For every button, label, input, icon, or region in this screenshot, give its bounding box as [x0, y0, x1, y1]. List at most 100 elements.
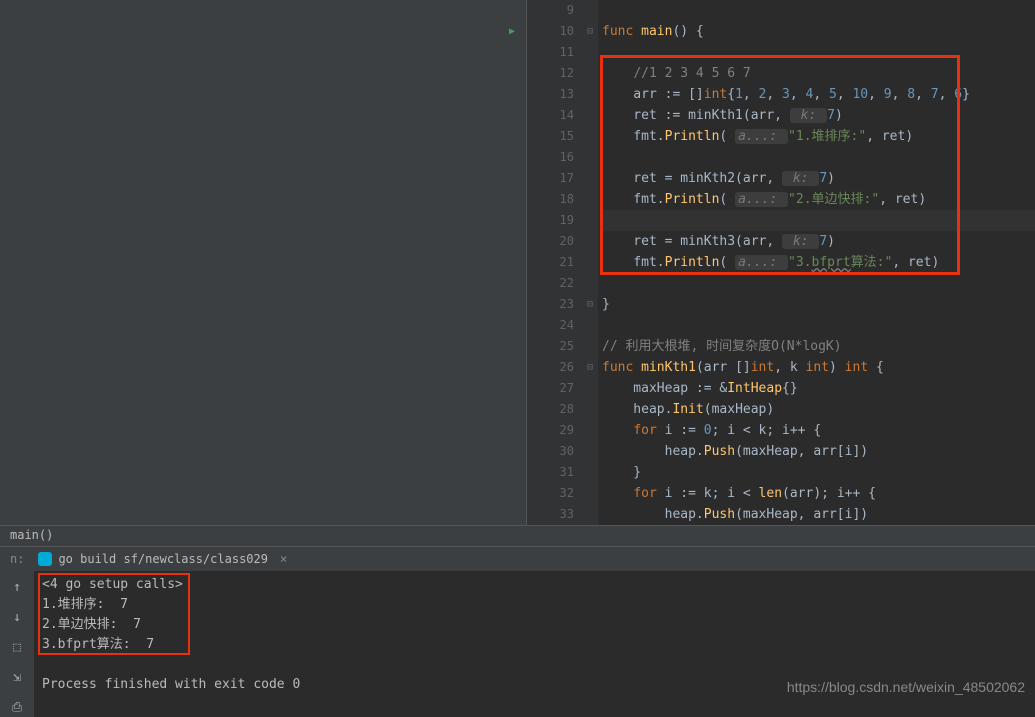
line-number: 18 — [527, 189, 574, 210]
console-line: 2.单边快排: 7 — [42, 615, 1027, 635]
fold-mark[interactable]: ⊟ — [582, 21, 598, 42]
fold-mark — [582, 210, 598, 231]
wrap-icon[interactable]: ⬚ — [7, 637, 27, 657]
fold-mark — [582, 126, 598, 147]
code-editor[interactable]: 9▶10111213141516171819202122232425262728… — [527, 0, 1035, 525]
run-tab-bar: n: go build sf/newclass/class029 × — [0, 547, 1035, 571]
fold-mark — [582, 399, 598, 420]
fold-mark — [582, 84, 598, 105]
fold-mark — [582, 273, 598, 294]
code-line[interactable] — [602, 315, 1035, 336]
code-line[interactable]: ret = minKth3(arr, k: 7) — [602, 231, 1035, 252]
fold-mark — [582, 315, 598, 336]
run-tab[interactable]: go build sf/newclass/class029 × — [30, 550, 295, 568]
fold-gutter[interactable]: ⊟ ⊟ ⊟ — [582, 0, 598, 525]
console-area: ↑ ↓ ⬚ ⇲ ⎙ <4 go setup calls>1.堆排序: 72.单边… — [0, 571, 1035, 717]
fold-mark — [582, 441, 598, 462]
scroll-icon[interactable]: ⇲ — [7, 667, 27, 687]
project-panel — [0, 0, 527, 525]
down-icon[interactable]: ↓ — [7, 607, 27, 627]
code-line[interactable]: } — [602, 294, 1035, 315]
line-number: ▶10 — [527, 21, 574, 42]
code-line[interactable]: ret := minKth1(arr, k: 7) — [602, 105, 1035, 126]
line-number: 32 — [527, 483, 574, 504]
line-number: 17 — [527, 168, 574, 189]
fold-mark — [582, 462, 598, 483]
console-toolbar: ↑ ↓ ⬚ ⇲ ⎙ — [0, 571, 34, 717]
line-number: 27 — [527, 378, 574, 399]
code-line[interactable]: arr := []int{1, 2, 3, 4, 5, 10, 9, 8, 7,… — [602, 84, 1035, 105]
top-area: 9▶10111213141516171819202122232425262728… — [0, 0, 1035, 525]
fold-mark — [582, 336, 598, 357]
line-number: 31 — [527, 462, 574, 483]
code-line[interactable]: fmt.Println( a...: "2.单边快排:", ret) — [602, 189, 1035, 210]
fold-mark — [582, 483, 598, 504]
line-number: 21 — [527, 252, 574, 273]
fold-mark[interactable]: ⊟ — [582, 357, 598, 378]
breadcrumb[interactable]: main() — [0, 525, 1035, 546]
go-icon — [38, 552, 52, 566]
fold-mark — [582, 105, 598, 126]
code-line[interactable]: //1 2 3 4 5 6 7 — [602, 63, 1035, 84]
line-number: 12 — [527, 63, 574, 84]
fold-mark — [582, 0, 598, 21]
line-number: 16 — [527, 147, 574, 168]
code-line[interactable]: heap.Push(maxHeap, arr[i]) — [602, 504, 1035, 525]
console-line — [42, 655, 1027, 675]
line-gutter: 9▶10111213141516171819202122232425262728… — [527, 0, 582, 525]
code-content[interactable]: func main() { //1 2 3 4 5 6 7 arr := []i… — [598, 0, 1035, 525]
line-number: 23 — [527, 294, 574, 315]
fold-mark — [582, 147, 598, 168]
up-icon[interactable]: ↑ — [7, 577, 27, 597]
console-line: 3.bfprt算法: 7 — [42, 635, 1027, 655]
console-line: 1.堆排序: 7 — [42, 595, 1027, 615]
code-line[interactable]: heap.Init(maxHeap) — [602, 399, 1035, 420]
code-line[interactable] — [602, 273, 1035, 294]
line-number: 28 — [527, 399, 574, 420]
line-number: 11 — [527, 42, 574, 63]
code-line[interactable]: func minKth1(arr []int, k int) int { — [602, 357, 1035, 378]
code-line[interactable]: fmt.Println( a...: "3.bfprt算法:", ret) — [602, 252, 1035, 273]
code-line[interactable] — [602, 147, 1035, 168]
line-number: 25 — [527, 336, 574, 357]
line-number: 29 — [527, 420, 574, 441]
code-line[interactable]: // 利用大根堆, 时间复杂度O(N*logK) — [602, 336, 1035, 357]
line-number: 33 — [527, 504, 574, 525]
console-line: <4 go setup calls> — [42, 575, 1027, 595]
code-line[interactable]: ret = minKth2(arr, k: 7) — [602, 168, 1035, 189]
line-number: 30 — [527, 441, 574, 462]
line-number: 26 — [527, 357, 574, 378]
line-number: 13 — [527, 84, 574, 105]
run-tab-label: go build sf/newclass/class029 — [58, 552, 268, 566]
code-line[interactable] — [602, 42, 1035, 63]
fold-mark — [582, 504, 598, 525]
run-label: n: — [4, 552, 30, 566]
line-number: 14 — [527, 105, 574, 126]
close-icon[interactable]: × — [280, 552, 287, 566]
console-output[interactable]: <4 go setup calls>1.堆排序: 72.单边快排: 73.bfp… — [34, 571, 1035, 717]
code-line[interactable]: fmt.Println( a...: "1.堆排序:", ret) — [602, 126, 1035, 147]
line-number: 15 — [527, 126, 574, 147]
code-line[interactable]: maxHeap := &IntHeap{} — [602, 378, 1035, 399]
fold-mark — [582, 168, 598, 189]
watermark: https://blog.csdn.net/weixin_48502062 — [787, 679, 1025, 695]
print-icon[interactable]: ⎙ — [7, 697, 27, 717]
fold-mark — [582, 420, 598, 441]
code-line[interactable]: heap.Push(maxHeap, arr[i]) — [602, 441, 1035, 462]
fold-mark — [582, 63, 598, 84]
line-number: 19 — [527, 210, 574, 231]
fold-mark — [582, 378, 598, 399]
fold-mark[interactable]: ⊟ — [582, 294, 598, 315]
line-number: 9 — [527, 0, 574, 21]
code-line[interactable]: for i := 0; i < k; i++ { — [602, 420, 1035, 441]
code-line[interactable]: for i := k; i < len(arr); i++ { — [602, 483, 1035, 504]
code-line[interactable] — [602, 0, 1035, 21]
code-line[interactable]: func main() { — [602, 21, 1035, 42]
fold-mark — [582, 231, 598, 252]
fold-mark — [582, 42, 598, 63]
code-line[interactable] — [602, 210, 1035, 231]
run-gutter-icon[interactable]: ▶ — [509, 21, 515, 42]
line-number: 24 — [527, 315, 574, 336]
line-number: 22 — [527, 273, 574, 294]
code-line[interactable]: } — [602, 462, 1035, 483]
